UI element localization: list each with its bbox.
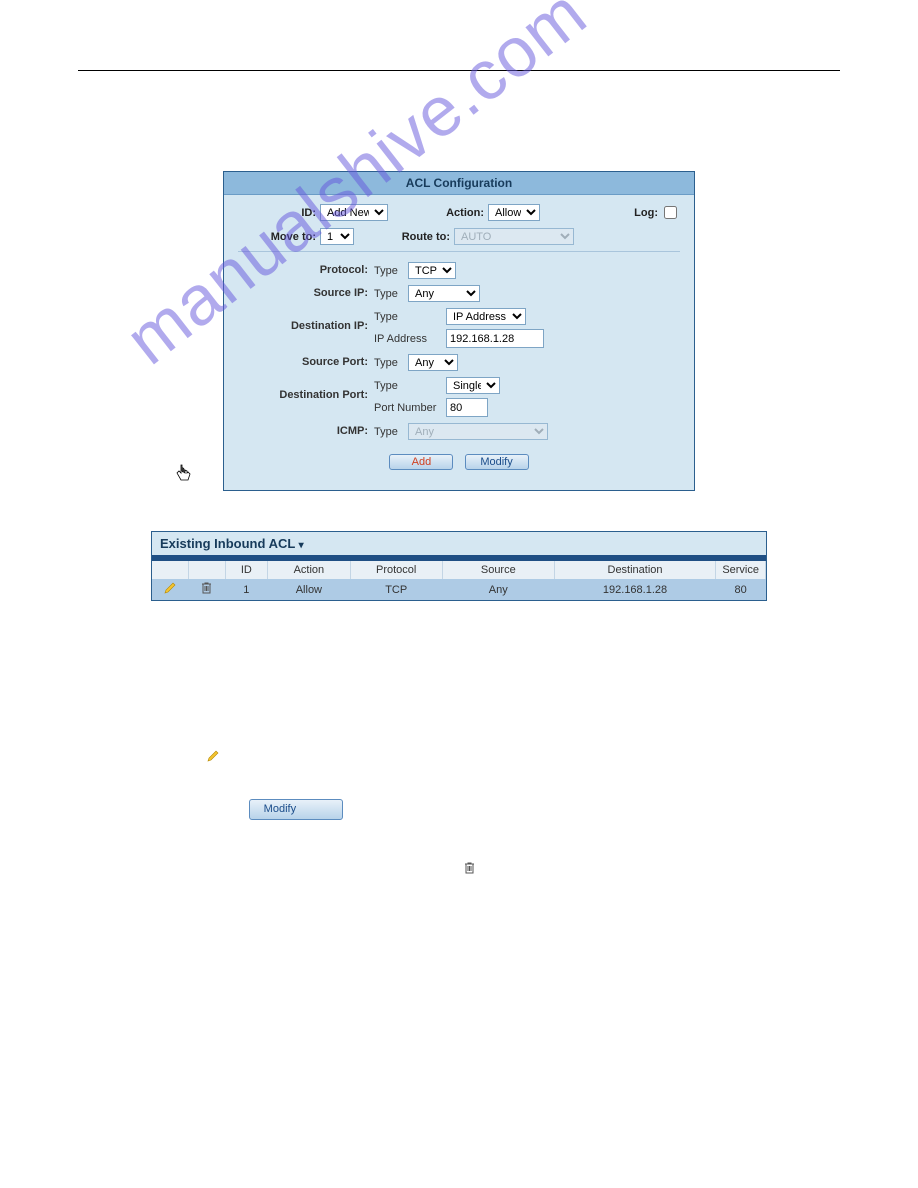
log-label: Log: bbox=[634, 207, 658, 219]
dstip-label: Destination IP: bbox=[238, 308, 374, 348]
action-label: Action: bbox=[388, 207, 484, 219]
routeto-label: Route to: bbox=[354, 231, 450, 243]
add-button[interactable]: Add bbox=[389, 454, 453, 470]
modify-button-inline: Modify bbox=[249, 799, 343, 821]
dstport-type-select[interactable]: Single bbox=[446, 377, 500, 394]
srcip-type-select[interactable]: Any bbox=[408, 285, 480, 302]
delete-trash-icon[interactable] bbox=[201, 585, 212, 597]
dstip-type-label: Type bbox=[374, 311, 442, 323]
id-label: ID: bbox=[238, 207, 316, 219]
table-title[interactable]: Existing Inbound ACL ▾ bbox=[152, 532, 766, 555]
routeto-select: AUTO bbox=[454, 228, 574, 245]
table-row: 1 Allow TCP Any 192.168.1.28 80 bbox=[152, 579, 766, 600]
dstport-num-label: Port Number bbox=[374, 402, 442, 414]
protocol-type-label: Type bbox=[374, 265, 404, 277]
srcip-type-label: Type bbox=[374, 288, 404, 300]
action-select[interactable]: Allow bbox=[488, 204, 540, 221]
moveto-label: Move to: bbox=[238, 231, 316, 243]
dstport-num-input[interactable] bbox=[446, 398, 488, 417]
id-select[interactable]: Add New bbox=[320, 204, 388, 221]
edit-pencil-icon[interactable] bbox=[164, 585, 176, 597]
srcport-label: Source Port: bbox=[238, 354, 374, 371]
dstip-addr-label: IP Address bbox=[374, 333, 442, 345]
moveto-select[interactable]: 1 bbox=[320, 228, 354, 245]
icmp-label: ICMP: bbox=[238, 423, 374, 440]
dstip-addr-input[interactable] bbox=[446, 329, 544, 348]
protocol-type-select[interactable]: TCP bbox=[408, 262, 456, 279]
cursor-pointer-icon bbox=[176, 464, 192, 485]
edit-pencil-icon bbox=[207, 750, 219, 769]
srcip-label: Source IP: bbox=[238, 285, 374, 302]
dropdown-triangle-icon: ▾ bbox=[299, 540, 304, 551]
panel-title: ACL Configuration bbox=[224, 172, 694, 195]
dstport-label: Destination Port: bbox=[238, 377, 374, 417]
icmp-type-label: Type bbox=[374, 426, 404, 438]
srcport-type-select[interactable]: Any bbox=[408, 354, 458, 371]
protocol-label: Protocol: bbox=[238, 262, 374, 279]
log-checkbox[interactable] bbox=[664, 206, 677, 219]
dstport-type-label: Type bbox=[374, 380, 442, 392]
modify-button[interactable]: Modify bbox=[465, 454, 529, 470]
delete-trash-icon bbox=[464, 862, 475, 881]
acl-table: Existing Inbound ACL ▾ ID Action Protoco… bbox=[151, 531, 767, 601]
table-header-row: ID Action Protocol Source Destination Se… bbox=[152, 561, 766, 579]
instruction-text: Your new ACL rule is now added to the Ex… bbox=[160, 691, 758, 898]
srcport-type-label: Type bbox=[374, 357, 404, 369]
icmp-type-select: Any bbox=[408, 423, 548, 440]
dstip-type-select[interactable]: IP Address bbox=[446, 308, 526, 325]
acl-config-panel: ACL Configuration ID: Add New Action: Al… bbox=[223, 171, 695, 491]
